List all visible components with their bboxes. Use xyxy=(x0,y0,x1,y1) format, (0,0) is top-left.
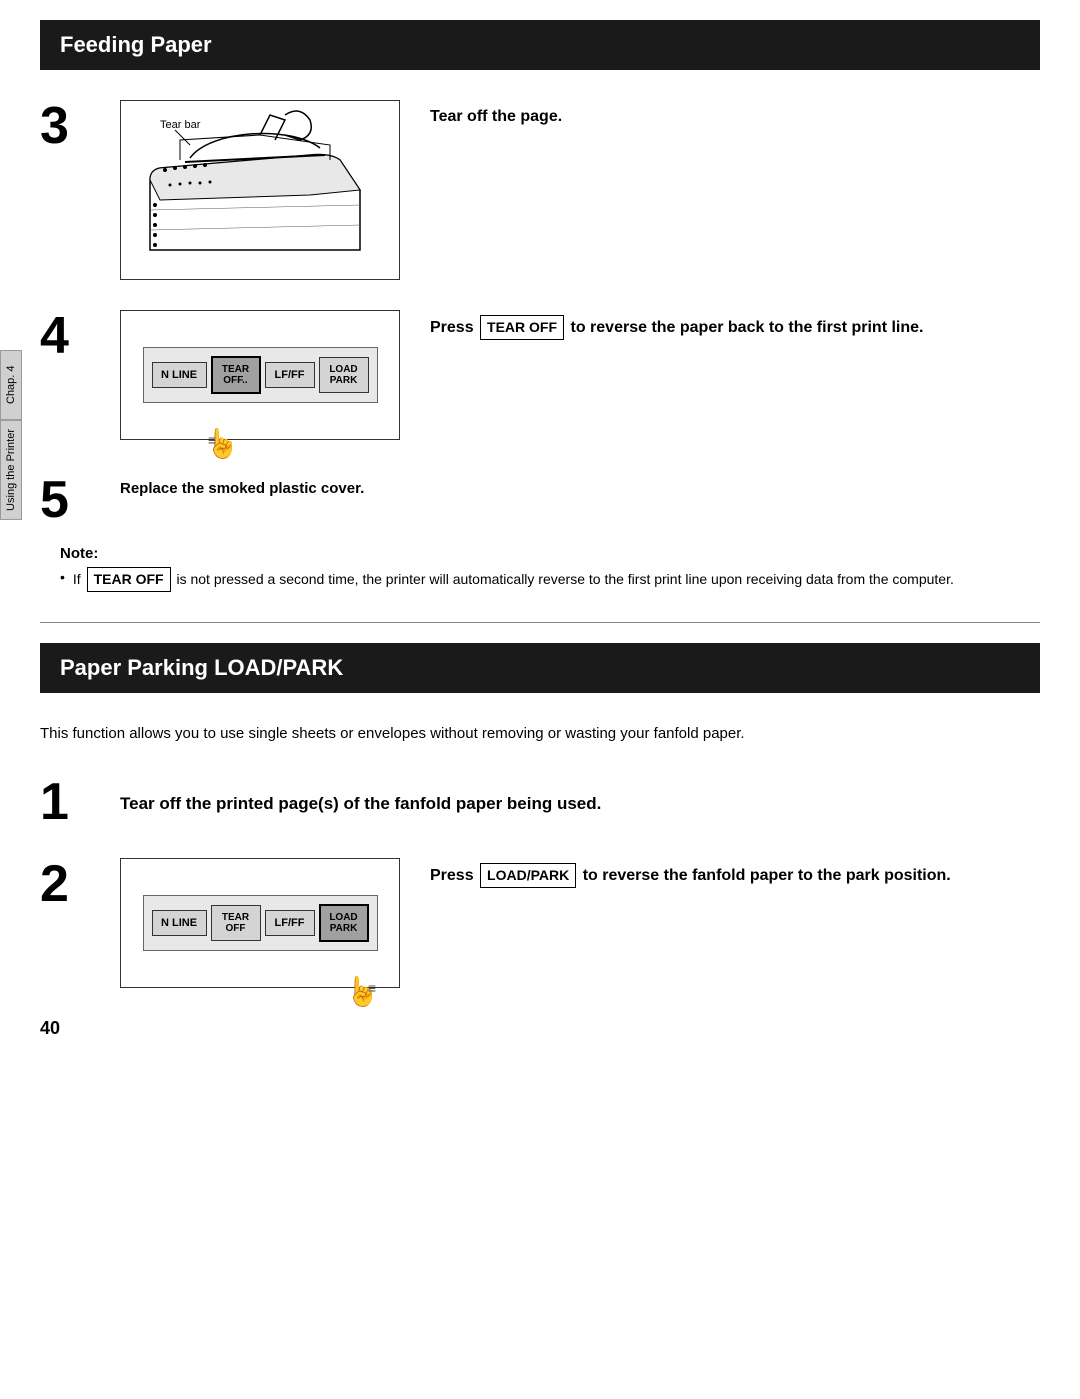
n-line-btn: N LINE xyxy=(152,362,207,388)
step-4-number: 4 xyxy=(40,310,100,362)
parking-step-1-description: Tear off the printed page(s) of the fanf… xyxy=(120,786,1040,817)
step-4-panel-wrapper: N LINE TEAROFF.. LF/FF LOADPARK ☝ ≡ xyxy=(120,310,400,440)
step-3-content: Tear bar xyxy=(120,100,1040,280)
tear-off-note-btn: TEAR OFF xyxy=(87,567,171,592)
parking-step-2-panel-wrapper: N LINE TEAROFF LF/FF LOADPARK ☝ ≡ xyxy=(120,858,400,988)
lf-ff-btn: LF/FF xyxy=(265,362,315,388)
tear-off-btn-highlighted: TEAROFF.. xyxy=(211,356,261,394)
step-5-text: Replace the smoked plastic cover. xyxy=(120,480,364,497)
parking-step-2-number: 2 xyxy=(40,858,100,910)
panel-buttons-step4: N LINE TEAROFF.. LF/FF LOADPARK xyxy=(143,347,378,403)
page-number: 40 xyxy=(40,1018,1040,1039)
parking-step-1-text: Tear off the printed page(s) of the fanf… xyxy=(120,791,1040,817)
section-divider xyxy=(40,622,1040,623)
step-3-number: 3 xyxy=(40,100,100,152)
step-5-content: Replace the smoked plastic cover. xyxy=(120,470,364,497)
step-4-content: N LINE TEAROFF.. LF/FF LOADPARK ☝ ≡ xyxy=(120,310,1040,440)
parking-step-2-row: 2 N LINE TEAROFF LF/FF LOADPARK xyxy=(40,858,1040,988)
parking-step-2-button-panel: N LINE TEAROFF LF/FF LOADPARK xyxy=(120,858,400,988)
step-5-number: 5 xyxy=(40,470,100,530)
step-3-description: Tear off the page. xyxy=(430,100,1040,129)
panel-buttons-step-parking2: N LINE TEAROFF LF/FF LOADPARK xyxy=(143,895,378,951)
parking-step-2-text: Press LOAD/PARK to reverse the fanfold p… xyxy=(430,863,1040,888)
parking-lf-ff-btn: LF/FF xyxy=(265,910,315,936)
step-3-row: 3 Tear bar xyxy=(40,100,1040,280)
parking-step-1-row: 1 Tear off the printed page(s) of the fa… xyxy=(40,776,1040,828)
load-park-btn: LOADPARK xyxy=(319,357,369,393)
feeding-paper-header: Feeding Paper xyxy=(40,20,1040,70)
side-tabs: Chap. 4 Using the Printer xyxy=(0,350,22,520)
step-5-row: 5 Replace the smoked plastic cover. xyxy=(40,470,1040,530)
step-4-row: 4 N LINE TEAROFF.. LF/FF LOADPARK xyxy=(40,310,1040,440)
step-4-text: Press TEAR OFF to reverse the paper back… xyxy=(430,315,1040,340)
tear-off-inline-btn: TEAR OFF xyxy=(480,315,564,340)
press-lines: ≡ xyxy=(208,432,216,448)
parking-load-park-btn-highlighted: LOADPARK xyxy=(319,904,369,942)
using-tab: Using the Printer xyxy=(0,420,22,520)
parking-press-lines: ≡ xyxy=(368,980,376,996)
printer-illustration: Tear bar xyxy=(120,100,400,280)
paper-parking-description: This function allows you to use single s… xyxy=(40,723,1040,746)
step-4-description: Press TEAR OFF to reverse the paper back… xyxy=(430,310,1040,340)
step-3-text: Tear off the page. xyxy=(430,105,1040,129)
note-item: • If TEAR OFF is not pressed a second ti… xyxy=(60,567,1040,592)
parking-step-2-description: Press LOAD/PARK to reverse the fanfold p… xyxy=(430,858,1040,888)
step-4-button-panel: N LINE TEAROFF.. LF/FF LOADPARK xyxy=(120,310,400,440)
paper-parking-header: Paper Parking LOAD/PARK xyxy=(40,643,1040,693)
parking-step-2-content: N LINE TEAROFF LF/FF LOADPARK ☝ ≡ Press xyxy=(120,858,1040,988)
note-title: Note: xyxy=(60,545,1040,562)
parking-step-1-number: 1 xyxy=(40,776,100,828)
note-text: If TEAR OFF is not pressed a second time… xyxy=(73,567,954,592)
note-section: Note: • If TEAR OFF is not pressed a sec… xyxy=(40,545,1040,592)
parking-tear-off-btn: TEAROFF xyxy=(211,905,261,941)
chap-tab: Chap. 4 xyxy=(0,350,22,420)
load-park-inline-btn: LOAD/PARK xyxy=(480,863,576,888)
parking-n-line-btn: N LINE xyxy=(152,910,207,936)
svg-text:Tear bar: Tear bar xyxy=(160,119,201,131)
